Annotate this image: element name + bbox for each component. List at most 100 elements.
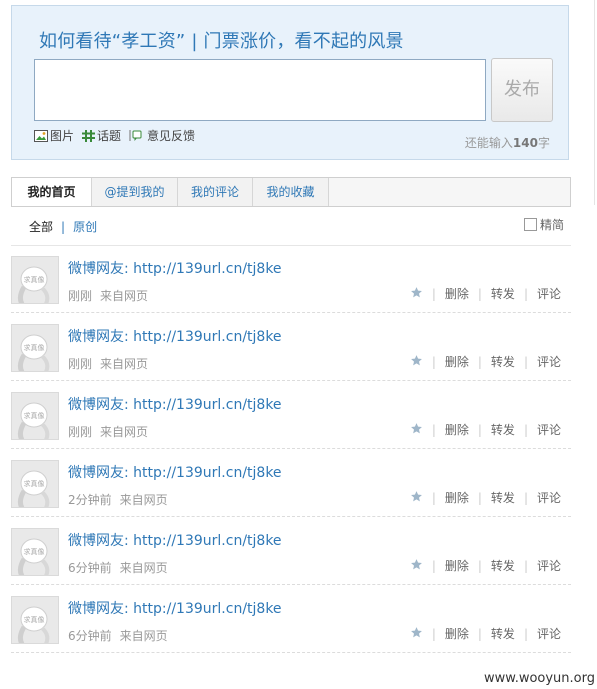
- delete-button[interactable]: 删除: [445, 625, 469, 642]
- post-author[interactable]: 微博网友:: [68, 533, 129, 549]
- post-link[interactable]: http://139url.cn/tj8ke: [133, 397, 281, 413]
- post-author[interactable]: 微博网友:: [68, 397, 129, 413]
- post-meta: 刚刚 来自网页: [68, 287, 148, 304]
- post-link[interactable]: http://139url.cn/tj8ke: [133, 601, 281, 617]
- post-time[interactable]: 6分钟前: [68, 629, 112, 643]
- comment-button[interactable]: 评论: [537, 557, 561, 574]
- avatar[interactable]: 求真像: [11, 528, 59, 576]
- favorite-star-icon[interactable]: [410, 626, 423, 642]
- avatar[interactable]: 求真像: [11, 324, 59, 372]
- avatar[interactable]: 求真像: [11, 256, 59, 304]
- feed-filter: 全部 | 原创: [29, 218, 97, 235]
- default-avatar-icon: 求真像: [12, 257, 58, 303]
- action-separator: |: [523, 422, 528, 437]
- default-avatar-icon: 求真像: [12, 325, 58, 371]
- forward-button[interactable]: 转发: [491, 421, 515, 438]
- action-separator: |: [523, 490, 528, 505]
- post-composer: 如何看待“孝工资” | 门票涨价，看不起的风景 发布 图片 话题 意见反馈 还能…: [11, 5, 569, 160]
- tab-mentions[interactable]: @提到我的: [92, 178, 178, 206]
- insert-image-button[interactable]: 图片: [34, 127, 74, 144]
- filter-all[interactable]: 全部: [29, 218, 53, 235]
- post-author[interactable]: 微博网友:: [68, 601, 129, 617]
- delete-button[interactable]: 删除: [445, 557, 469, 574]
- send-button[interactable]: 发布: [491, 58, 553, 122]
- post-link[interactable]: http://139url.cn/tj8ke: [133, 261, 281, 277]
- watermark: www.wooyun.org: [483, 671, 595, 686]
- post-time[interactable]: 刚刚: [68, 425, 92, 439]
- forward-button[interactable]: 转发: [491, 625, 515, 642]
- post-text: 微博网友: http://139url.cn/tj8ke: [68, 258, 282, 278]
- favorite-star-icon[interactable]: [410, 286, 423, 302]
- favorite-star-icon[interactable]: [410, 490, 423, 506]
- delete-button[interactable]: 删除: [445, 421, 469, 438]
- post-source: 来自网页: [100, 425, 149, 439]
- post-text: 微博网友: http://139url.cn/tj8ke: [68, 598, 282, 618]
- post-link[interactable]: http://139url.cn/tj8ke: [133, 465, 281, 481]
- insert-topic-label: 话题: [97, 129, 122, 143]
- simple-mode-checkbox[interactable]: [523, 218, 537, 231]
- avatar[interactable]: 求真像: [11, 596, 59, 644]
- post-text: 微博网友: http://139url.cn/tj8ke: [68, 462, 282, 482]
- post-meta: 刚刚 来自网页: [68, 423, 148, 440]
- post-author[interactable]: 微博网友:: [68, 261, 129, 277]
- post-time[interactable]: 刚刚: [68, 289, 92, 303]
- comment-button[interactable]: 评论: [537, 421, 561, 438]
- default-avatar-icon: 求真像: [12, 529, 58, 575]
- forward-button[interactable]: 转发: [491, 353, 515, 370]
- forward-button[interactable]: 转发: [491, 285, 515, 302]
- feed-item: 求真像 微博网友: http://139url.cn/tj8ke 6分钟前 来自网页 |…: [11, 517, 571, 585]
- feedback-button[interactable]: 意见反馈: [129, 127, 195, 144]
- delete-button[interactable]: 删除: [445, 489, 469, 506]
- feed-item: 求真像 微博网友: http://139url.cn/tj8ke 刚刚 来自网页 | 删除…: [11, 245, 571, 313]
- post-actions: | 删除 | 转发 | 评论: [410, 625, 561, 642]
- tab-favorites[interactable]: 我的收藏: [253, 178, 329, 206]
- post-time[interactable]: 6分钟前: [68, 561, 112, 575]
- post-time[interactable]: 2分钟前: [68, 493, 112, 507]
- action-separator: |: [477, 490, 482, 505]
- post-meta: 6分钟前 来自网页: [68, 559, 168, 576]
- post-source: 来自网页: [119, 629, 168, 643]
- comment-button[interactable]: 评论: [537, 285, 561, 302]
- post-source: 来自网页: [100, 357, 149, 371]
- comment-button[interactable]: 评论: [537, 353, 561, 370]
- hot-topic-title[interactable]: 如何看待“孝工资” | 门票涨价，看不起的风景: [39, 27, 404, 53]
- post-author[interactable]: 微博网友:: [68, 465, 129, 481]
- post-link[interactable]: http://139url.cn/tj8ke: [133, 533, 281, 549]
- avatar[interactable]: 求真像: [11, 392, 59, 440]
- action-separator: |: [523, 354, 528, 369]
- tab-comments[interactable]: 我的评论: [178, 178, 253, 206]
- char-counter-prefix: 还能输入: [464, 136, 513, 150]
- favorite-star-icon[interactable]: [410, 354, 423, 370]
- feed-divider: [11, 652, 571, 653]
- comment-button[interactable]: 评论: [537, 625, 561, 642]
- action-separator: |: [477, 354, 482, 369]
- default-avatar-icon: 求真像: [12, 461, 58, 507]
- comment-button[interactable]: 评论: [537, 489, 561, 506]
- default-avatar-icon: 求真像: [12, 393, 58, 439]
- post-link[interactable]: http://139url.cn/tj8ke: [133, 329, 281, 345]
- favorite-star-icon[interactable]: [410, 422, 423, 438]
- avatar-caption: 求真像: [24, 479, 45, 488]
- tab-home[interactable]: 我的首页: [12, 178, 92, 206]
- forward-button[interactable]: 转发: [491, 557, 515, 574]
- action-separator: |: [477, 286, 482, 301]
- favorite-star-icon[interactable]: [410, 558, 423, 574]
- avatar-caption: 求真像: [24, 547, 45, 556]
- forward-button[interactable]: 转发: [491, 489, 515, 506]
- delete-button[interactable]: 删除: [445, 353, 469, 370]
- post-textarea[interactable]: [34, 59, 486, 121]
- feed-item: 求真像 微博网友: http://139url.cn/tj8ke 刚刚 来自网页 | 删除…: [11, 313, 571, 381]
- filter-original[interactable]: 原创: [73, 218, 97, 235]
- post-text: 微博网友: http://139url.cn/tj8ke: [68, 326, 282, 346]
- action-separator: |: [431, 422, 436, 437]
- action-separator: |: [477, 626, 482, 641]
- post-text: 微博网友: http://139url.cn/tj8ke: [68, 394, 282, 414]
- post-actions: | 删除 | 转发 | 评论: [410, 421, 561, 438]
- post-time[interactable]: 刚刚: [68, 357, 92, 371]
- delete-button[interactable]: 删除: [445, 285, 469, 302]
- feed-item: 求真像 微博网友: http://139url.cn/tj8ke 刚刚 来自网页 | 删除…: [11, 381, 571, 449]
- feed-item: 求真像 微博网友: http://139url.cn/tj8ke 6分钟前 来自网页 |…: [11, 585, 571, 653]
- avatar[interactable]: 求真像: [11, 460, 59, 508]
- post-author[interactable]: 微博网友:: [68, 329, 129, 345]
- insert-topic-button[interactable]: 话题: [82, 127, 121, 144]
